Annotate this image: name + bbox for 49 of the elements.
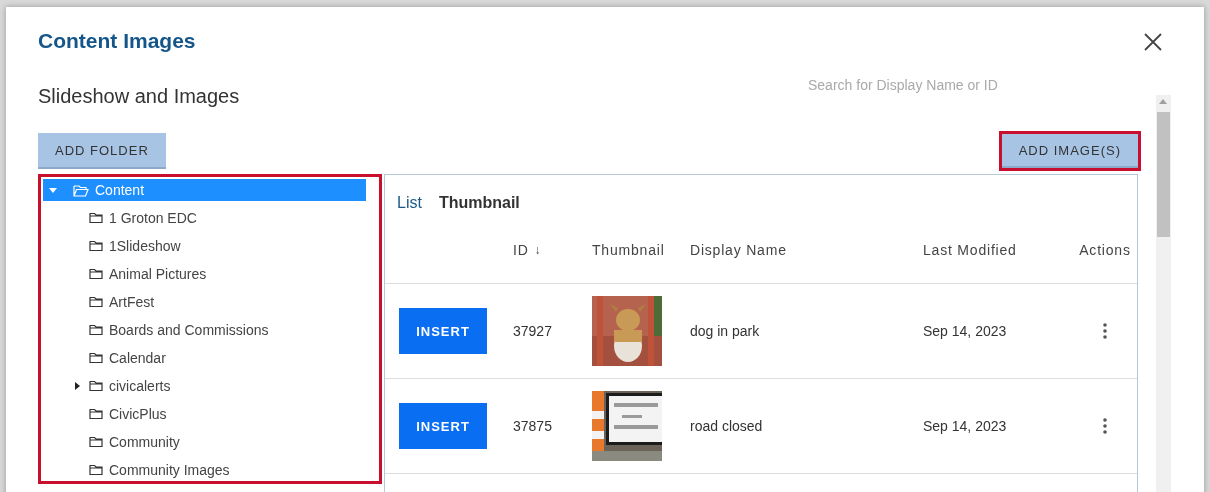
column-header: Actions (1079, 242, 1131, 258)
more-icon[interactable] (1103, 418, 1107, 434)
folder-icon (89, 212, 103, 224)
add-folder-button[interactable]: ADD FOLDER (38, 133, 166, 169)
folder-icon (89, 408, 103, 420)
tree-item[interactable]: CivicPlus (43, 400, 366, 428)
column-header: Last Modified (923, 242, 1017, 258)
add-images-button[interactable]: ADD IMAGE(S) (1001, 134, 1138, 168)
tree-item[interactable]: Community (43, 428, 366, 456)
date-cell: Sep 14, 2023 (923, 323, 1007, 339)
scrollbar[interactable] (1156, 95, 1171, 492)
column-header: Display Name (690, 242, 787, 258)
folder-icon (89, 240, 103, 252)
view-tab[interactable]: Thumbnail (438, 189, 520, 217)
column-header: Thumbnail (592, 242, 665, 258)
name-cell: dog in park (690, 323, 760, 339)
tree-item[interactable]: Community Images (43, 456, 366, 481)
tree-item[interactable]: 1Slideshow (43, 232, 366, 260)
id-cell: 37927 (513, 323, 552, 339)
tree-item[interactable]: Animal Pictures (43, 260, 366, 288)
name-cell: road closed (690, 418, 763, 434)
folder-icon (89, 324, 103, 336)
folder-icon (89, 352, 103, 364)
scroll-thumb[interactable] (1157, 112, 1170, 237)
date-cell: Sep 14, 2023 (923, 418, 1007, 434)
folder-icon (89, 296, 103, 308)
tree-item[interactable]: Calendar (43, 344, 366, 372)
dialog-title: Content Images (38, 29, 196, 54)
scroll-up-icon (1159, 99, 1167, 104)
tree-item[interactable]: Boards and Commissions (43, 316, 366, 344)
tree-item[interactable]: 1 Groton EDC (43, 204, 366, 232)
caret-right-icon[interactable] (74, 382, 80, 390)
close-icon (1143, 32, 1163, 52)
column-header[interactable]: ID (513, 242, 529, 258)
caret-down-icon[interactable] (49, 187, 57, 193)
folder-icon (89, 380, 103, 392)
insert-button[interactable]: INSERT (399, 308, 487, 354)
more-icon[interactable] (1103, 323, 1107, 339)
folder-icon (89, 436, 103, 448)
folder-icon (89, 464, 103, 476)
folder-icon (89, 268, 103, 280)
id-cell: 37875 (513, 418, 552, 434)
tree-item[interactable]: civicalerts (43, 372, 366, 400)
tree-item[interactable]: ArtFest (43, 288, 366, 316)
open-folder-icon (73, 183, 89, 197)
sort-arrow[interactable]: ↓ (534, 243, 542, 257)
insert-button[interactable]: INSERT (399, 403, 487, 449)
section-title: Slideshow and Images (38, 85, 240, 108)
view-tab[interactable]: List (397, 189, 422, 217)
